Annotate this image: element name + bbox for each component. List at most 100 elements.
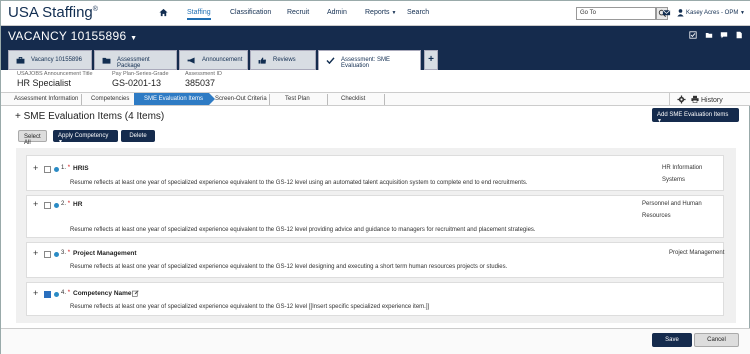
required-marker: * [67, 290, 71, 296]
title-label: USAJOBS Announcement Title [17, 71, 93, 77]
tab-reviews[interactable]: Reviews [250, 50, 316, 70]
step-divider [384, 94, 385, 105]
checklist-icon[interactable] [689, 31, 697, 39]
expand-icon[interactable]: + [33, 199, 38, 209]
top-navigation: USA Staffing® Staffing Classification Re… [1, 1, 750, 26]
user-icon[interactable] [676, 8, 685, 17]
chevron-down-icon: ▼ [130, 35, 138, 42]
cancel-button[interactable]: Cancel [694, 333, 739, 347]
step-screen-out-criteria[interactable]: Screen-Out Criteria [215, 96, 267, 102]
expand-icon[interactable]: + [33, 288, 38, 298]
apply-competency-button[interactable]: Apply Competency ▼ [53, 130, 118, 145]
checkmark-icon [326, 57, 335, 64]
step-competencies[interactable]: Competencies [91, 96, 129, 102]
item-name: Project Management [73, 250, 137, 257]
tab-assessment-package-label: Assessment Package [117, 57, 150, 69]
folder-icon [102, 57, 111, 64]
item-description: Resume reflects at least one year of spe… [70, 304, 430, 310]
mail-icon[interactable] [662, 8, 671, 17]
step-checklist[interactable]: Checklist [341, 96, 365, 102]
goto-input[interactable]: Go To [576, 7, 656, 20]
status-dot [54, 252, 59, 257]
history-button[interactable]: History [691, 95, 723, 104]
tab-announcement-label: Announcement [202, 57, 243, 63]
save-button[interactable]: Save [652, 333, 692, 347]
expand-icon[interactable]: + [33, 248, 38, 258]
list-item: + 2. * HR Personnel and Human Resources … [26, 195, 724, 238]
plus-icon: + [428, 54, 434, 65]
item-checkbox[interactable] [44, 166, 51, 173]
user-name[interactable]: Kasey Acres - OPM ▼ [686, 10, 745, 16]
add-sme-evaluation-items-label: Add SME Evaluation Items [657, 112, 729, 118]
title-value: HR Specialist [17, 78, 72, 88]
status-dot [54, 203, 59, 208]
tab-vacancy[interactable]: Vacancy 10155896 [8, 50, 92, 70]
nav-reports-label: Reports [365, 9, 390, 16]
nav-classification[interactable]: Classification [230, 9, 271, 16]
app-logo[interactable]: USA Staffing® [8, 4, 98, 21]
briefcase-icon [16, 57, 25, 64]
megaphone-icon [187, 57, 195, 64]
item-name: Competency Name [73, 290, 132, 297]
status-dot [54, 167, 59, 172]
tab-assessment-sme-evaluation-label: Assessment: SME Evaluation [341, 57, 391, 69]
tab-announcement[interactable]: Announcement [179, 50, 248, 70]
assessment-id-value: 385037 [185, 78, 216, 88]
nav-admin[interactable]: Admin [327, 9, 347, 16]
nav-reports[interactable]: Reports ▼ [365, 9, 396, 16]
item-number: 4. * [61, 290, 70, 296]
tab-assessment-package[interactable]: Assessment Package [94, 50, 177, 70]
status-dot [54, 292, 59, 297]
item-category: Project Management [669, 250, 725, 256]
chevron-down-icon: ▼ [657, 118, 662, 124]
item-name: HR [73, 201, 83, 208]
item-description: Resume reflects at least one year of spe… [70, 264, 508, 270]
vacancy-title[interactable]: VACANCY 10155896 ▼ [8, 29, 137, 43]
chevron-down-icon: ▼ [391, 10, 397, 16]
item-description: Resume reflects at least one year of spe… [70, 227, 536, 233]
nav-staffing[interactable]: Staffing [187, 9, 211, 20]
add-sme-evaluation-items-button[interactable]: Add SME Evaluation Items ▼ [652, 108, 739, 124]
grade-value: GS-0201-13 [112, 78, 162, 88]
item-checkbox[interactable] [44, 202, 51, 209]
expand-icon[interactable]: + [33, 163, 38, 173]
step-divider [81, 94, 82, 105]
nav-search[interactable]: Search [407, 9, 429, 16]
apply-competency-label: Apply Competency [58, 133, 109, 139]
tab-vacancy-label: Vacancy 10155896 [31, 57, 82, 63]
add-tab-button[interactable]: + [424, 50, 438, 70]
section-title-label: SME Evaluation Items (4 Items) [23, 111, 165, 122]
delete-button[interactable]: Delete [121, 130, 155, 142]
nav-recruit[interactable]: Recruit [287, 9, 309, 16]
assessment-id-label: Assessment ID [185, 71, 222, 77]
chevron-down-icon: ▼ [58, 139, 63, 145]
item-description: Resume reflects at least one year of spe… [70, 180, 528, 186]
footer-bar: Save Cancel [1, 328, 750, 354]
section-title[interactable]: + SME Evaluation Items (4 Items) [15, 111, 164, 122]
folder-icon[interactable] [705, 31, 713, 39]
vacancy-header: VACANCY 10155896 ▼ Vacancy 10155896 Asse… [1, 26, 750, 71]
step-sme-evaluation-items[interactable]: SME Evaluation Items [134, 93, 215, 105]
item-checkbox-checked[interactable] [44, 291, 51, 298]
item-category: Personnel and Human Resources [642, 201, 702, 219]
step-assessment-information[interactable]: Assessment Information [14, 96, 78, 102]
step-divider [327, 94, 328, 105]
chevron-down-icon: ▼ [740, 10, 745, 16]
print-icon [691, 95, 699, 103]
required-marker: * [67, 165, 71, 171]
gear-icon[interactable] [677, 95, 686, 104]
list-item: + 1. * HRIS HR Information Systems Resum… [26, 155, 724, 191]
select-all-button[interactable]: Select All [18, 130, 47, 146]
step-test-plan[interactable]: Test Plan [285, 96, 310, 102]
item-checkbox[interactable] [44, 251, 51, 258]
item-number: 1. * [61, 165, 70, 171]
document-icon[interactable] [735, 31, 743, 39]
step-divider [269, 94, 270, 105]
grade-label: Pay Plan-Series-Grade [112, 71, 169, 77]
vacancy-title-label: VACANCY 10155896 [8, 29, 127, 43]
comment-icon[interactable] [720, 31, 728, 39]
history-label: History [700, 97, 723, 104]
tab-assessment-sme-evaluation[interactable]: Assessment: SME Evaluation [318, 50, 421, 71]
home-icon[interactable] [159, 8, 168, 17]
edit-icon[interactable] [132, 290, 139, 297]
